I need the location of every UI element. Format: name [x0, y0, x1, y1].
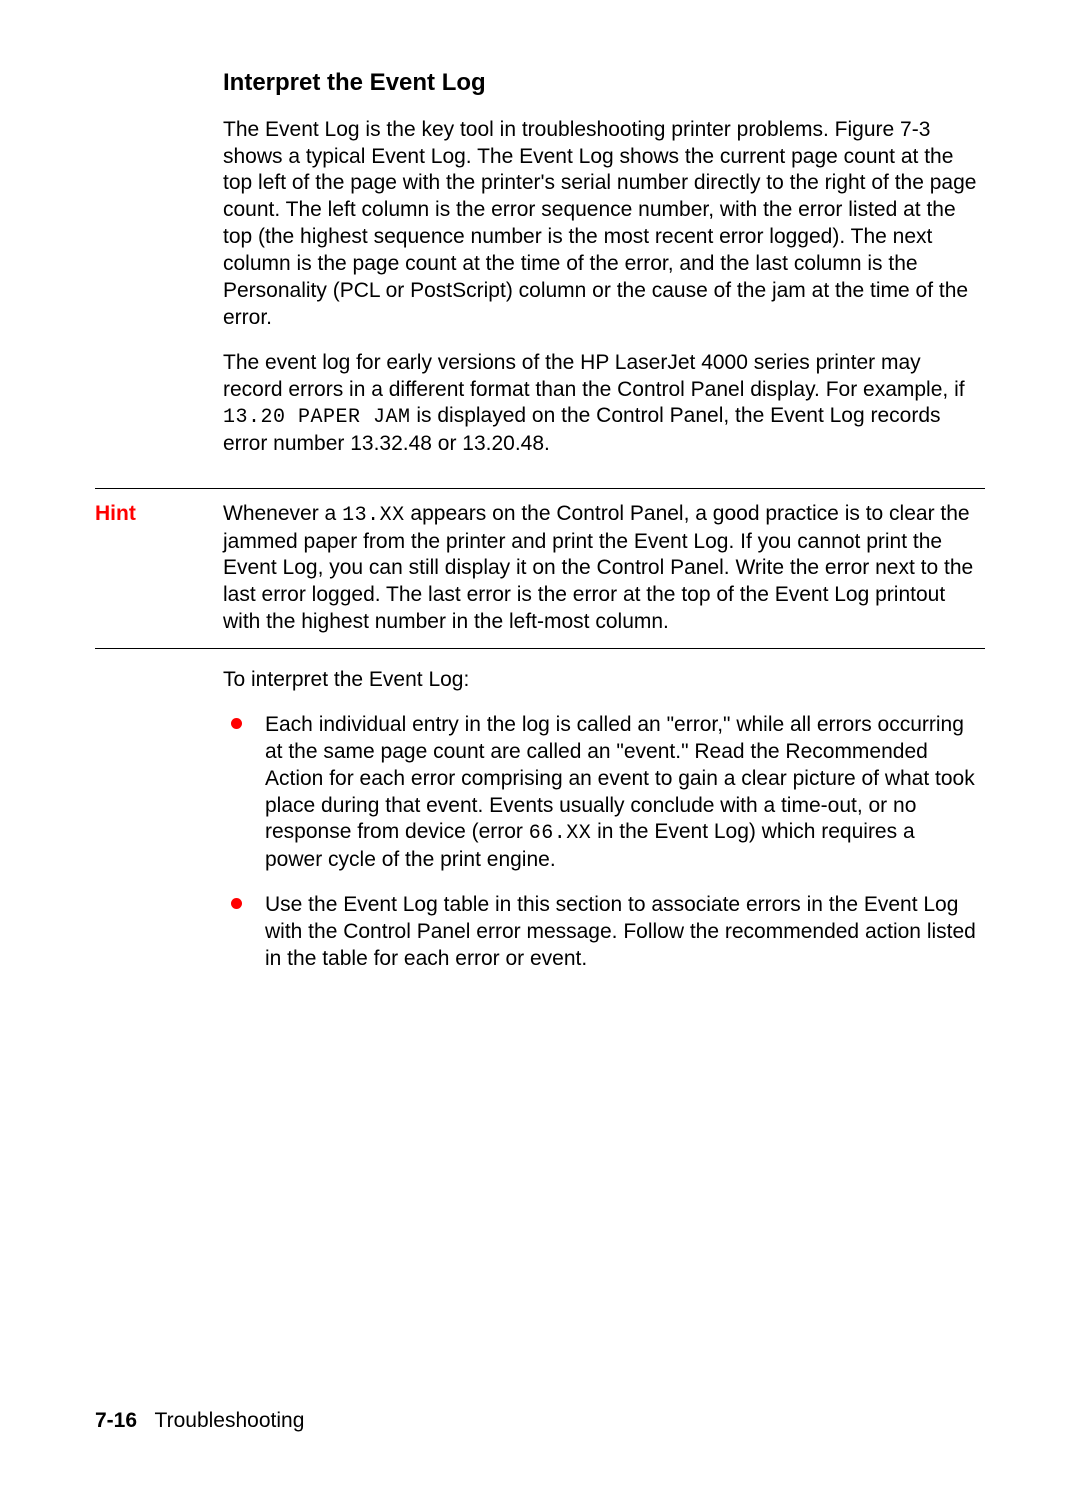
- page-footer: 7-16 Troubleshooting: [95, 1408, 304, 1435]
- section-name: Troubleshooting: [155, 1409, 305, 1432]
- list-item: Each individual entry in the log is call…: [223, 712, 977, 874]
- section-heading: Interpret the Event Log: [223, 68, 985, 99]
- page-number: 7-16: [95, 1409, 137, 1432]
- hint-code: 13.XX: [342, 504, 405, 527]
- paragraph-2: The event log for early versions of the …: [223, 350, 977, 458]
- hint-label: Hint: [95, 501, 223, 636]
- bullet-list: Each individual entry in the log is call…: [223, 712, 977, 973]
- footer-separator: [143, 1409, 155, 1432]
- hint-body: Whenever a 13.XX appears on the Control …: [223, 501, 977, 636]
- page-content: Interpret the Event Log The Event Log is…: [0, 0, 1080, 973]
- para2-code: 13.20 PAPER JAM: [223, 406, 411, 429]
- para2-text-a: The event log for early versions of the …: [223, 351, 965, 401]
- bullet1-code: 66.XX: [529, 822, 592, 845]
- list-intro: To interpret the Event Log:: [223, 667, 985, 694]
- list-item: Use the Event Log table in this section …: [223, 892, 977, 973]
- bullet2-text: Use the Event Log table in this section …: [265, 893, 976, 970]
- hint-block: Hint Whenever a 13.XX appears on the Con…: [95, 488, 985, 649]
- hint-row: Hint Whenever a 13.XX appears on the Con…: [95, 489, 985, 648]
- paragraph-1: The Event Log is the key tool in trouble…: [223, 117, 977, 332]
- hint-text-a: Whenever a: [223, 502, 342, 525]
